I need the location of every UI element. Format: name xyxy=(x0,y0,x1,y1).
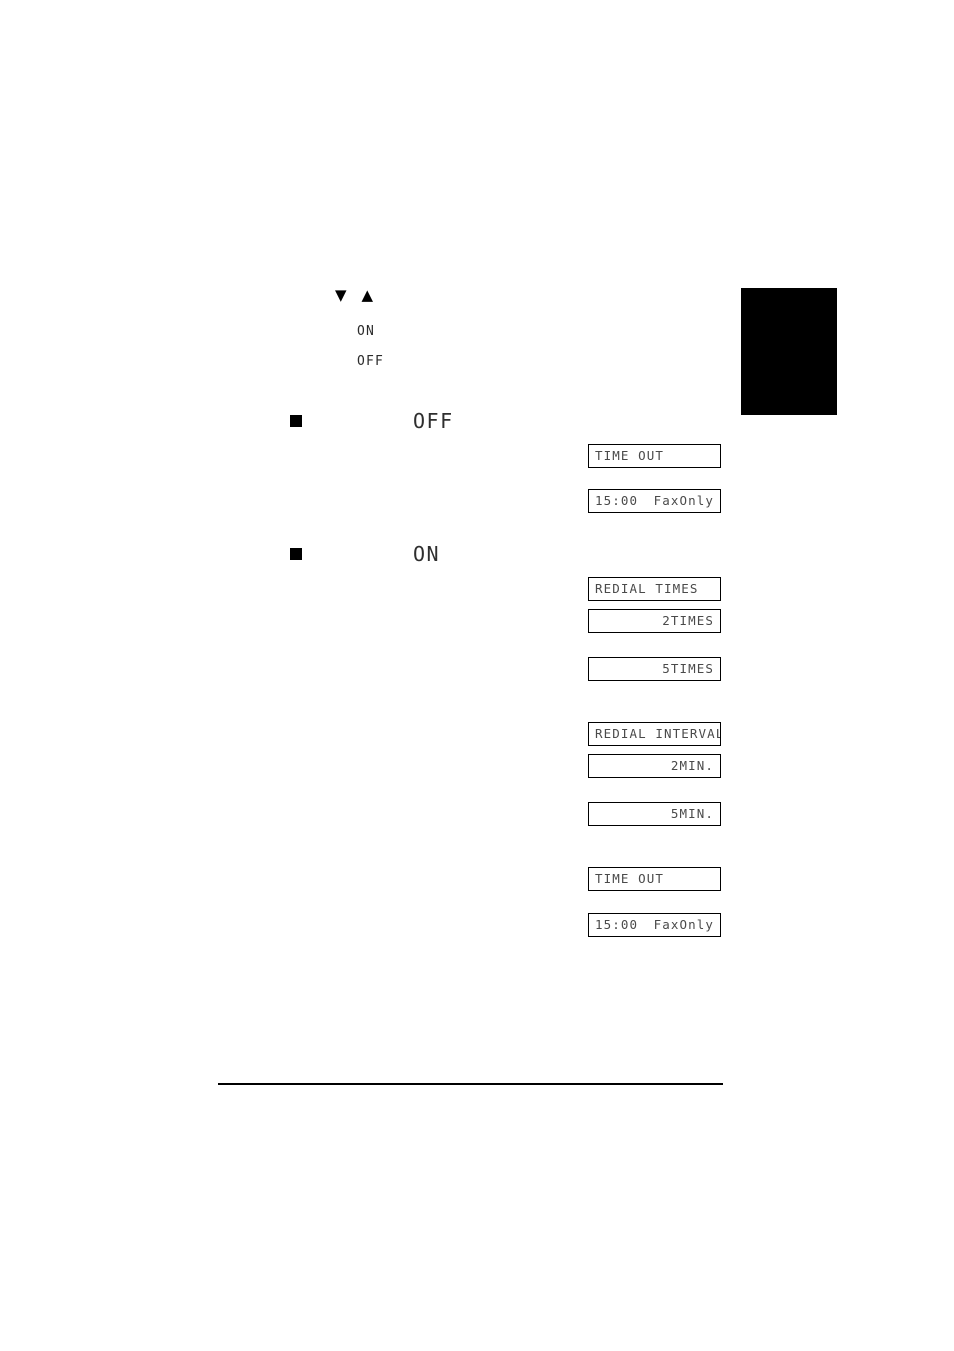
lcd-screen-time-out-title-2: TIME OUT xyxy=(588,867,721,891)
step-2-value-on: ON xyxy=(413,542,441,566)
option-label-off: OFF xyxy=(357,354,385,369)
lcd-text: TIME OUT xyxy=(595,870,665,886)
lcd-text: 5MIN. xyxy=(670,805,714,821)
lcd-text: TIME OUT xyxy=(595,447,665,463)
lcd-screen-redial-interval-title: REDIAL INTERVAL xyxy=(588,722,721,746)
lcd-text: 5TIMES xyxy=(662,660,714,676)
arrow-up-icon: ▲ xyxy=(361,286,374,304)
lcd-text: REDIAL TIMES xyxy=(595,580,699,596)
lcd-screen-redial-interval-value-2: 2MIN. xyxy=(588,754,721,778)
lcd-screen-time-out-standby: 15:00 FaxOnly xyxy=(588,489,721,513)
lcd-text: 2TIMES xyxy=(662,612,714,628)
step-1-value-off: OFF xyxy=(413,409,454,433)
lcd-screen-redial-interval-value-5: 5MIN. xyxy=(588,802,721,826)
lcd-screen-time-out-standby-2: 15:00 FaxOnly xyxy=(588,913,721,937)
bullet-square-step-1 xyxy=(290,415,302,427)
lcd-screen-redial-times-value-5: 5TIMES xyxy=(588,657,721,681)
manual-page: ▼ ▲ ON OFF OFF TIME OUT 15:00 FaxOnly ON… xyxy=(0,0,954,1351)
lcd-screen-redial-times-value-2: 2TIMES xyxy=(588,609,721,633)
lcd-text-left: 15:00 xyxy=(595,492,639,508)
lcd-text-right: FaxOnly xyxy=(653,916,714,932)
option-label-on: ON xyxy=(357,324,376,339)
lcd-screen-time-out-title: TIME OUT xyxy=(588,444,721,468)
lcd-text-right: FaxOnly xyxy=(653,492,714,508)
lcd-text-left: 15:00 xyxy=(595,916,639,932)
lcd-text: REDIAL INTERVAL xyxy=(595,725,721,741)
footer-divider xyxy=(218,1083,723,1085)
lcd-screen-redial-times-title: REDIAL TIMES xyxy=(588,577,721,601)
bullet-square-step-2 xyxy=(290,548,302,560)
page-edge-tab-marker xyxy=(741,288,837,415)
arrow-down-icon: ▼ xyxy=(335,286,347,304)
lcd-text: 2MIN. xyxy=(670,757,714,773)
arrow-keys-row: ▼ ▲ xyxy=(335,288,373,303)
